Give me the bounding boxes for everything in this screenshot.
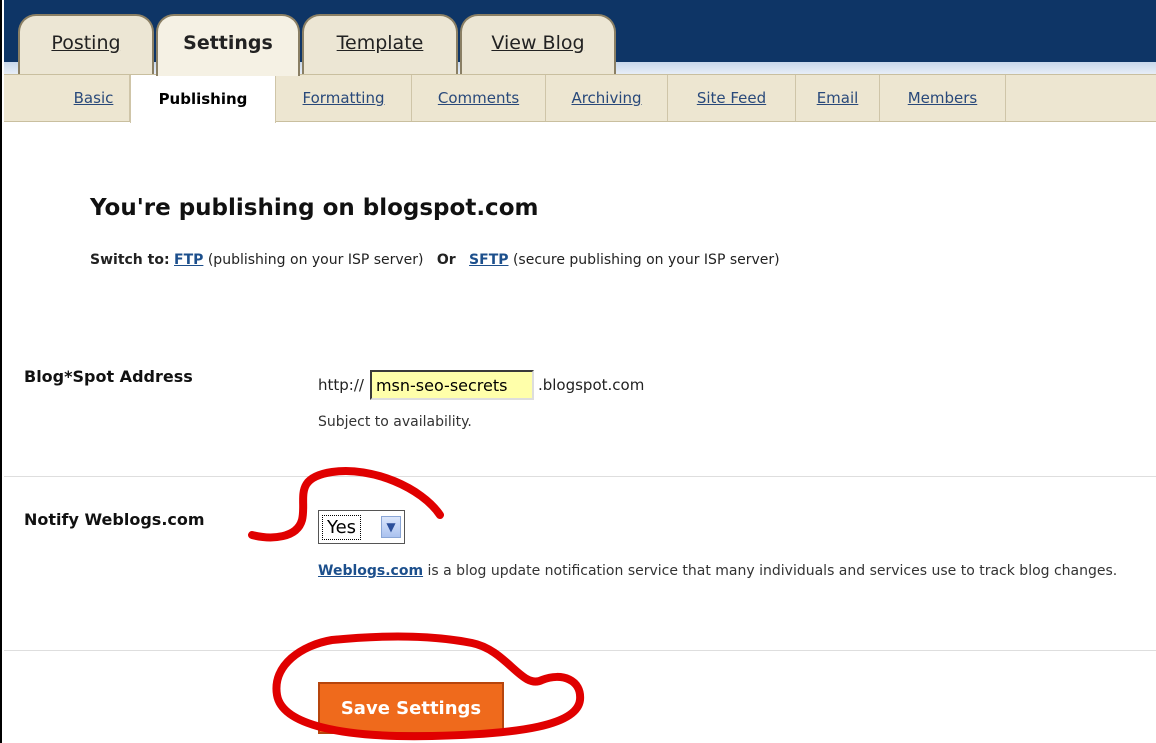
- tab-view-blog-label: View Blog: [491, 32, 585, 54]
- or-label: Or: [436, 252, 456, 268]
- subtab-site-feed-label: Site Feed: [696, 89, 767, 107]
- subtab-archiving-label: Archiving: [571, 89, 642, 107]
- ftp-link[interactable]: FTP: [174, 252, 203, 268]
- section-divider-2: [4, 650, 1156, 651]
- subtab-archiving[interactable]: Archiving: [546, 75, 668, 121]
- switch-to-label: Switch to:: [90, 252, 170, 268]
- chevron-down-icon[interactable]: ▼: [381, 516, 401, 538]
- subtab-comments-label: Comments: [437, 89, 520, 107]
- ftp-description: (publishing on your ISP server): [207, 252, 424, 268]
- weblogs-description-text: is a blog update notification service th…: [427, 563, 1118, 579]
- weblogs-link[interactable]: Weblogs.com: [318, 563, 423, 579]
- subtab-site-feed[interactable]: Site Feed: [668, 75, 796, 121]
- notify-weblogs-select[interactable]: Yes ▼: [318, 510, 405, 544]
- subtab-email[interactable]: Email: [796, 75, 880, 121]
- subtab-members[interactable]: Members: [880, 75, 1006, 121]
- sub-tab-bar: Basic Publishing Formatting Comments Arc…: [4, 74, 1156, 123]
- notify-selected-value: Yes: [322, 514, 362, 540]
- subtab-members-label: Members: [907, 89, 978, 107]
- tab-template[interactable]: Template: [302, 14, 458, 74]
- blogspot-address-label: Blog*Spot Address: [24, 367, 193, 386]
- subtab-publishing[interactable]: Publishing: [130, 75, 276, 123]
- subtab-publishing-label: Publishing: [158, 90, 248, 108]
- subtab-email-label: Email: [816, 89, 859, 107]
- subtab-comments[interactable]: Comments: [412, 75, 546, 121]
- save-settings-button[interactable]: Save Settings: [318, 682, 504, 734]
- subtab-formatting-label: Formatting: [302, 89, 385, 107]
- availability-note: Subject to availability.: [318, 414, 472, 430]
- blogspot-address-row: http:// .blogspot.com: [318, 370, 644, 400]
- blogger-settings-page: Posting Settings Template View Blog Basi…: [0, 0, 1156, 743]
- tab-template-label: Template: [336, 32, 424, 54]
- tab-settings-label: Settings: [183, 32, 273, 54]
- subtab-basic-label: Basic: [73, 89, 114, 107]
- address-prefix: http://: [318, 376, 364, 394]
- switch-publishing-line: Switch to: FTP (publishing on your ISP s…: [90, 252, 780, 268]
- notify-weblogs-label: Notify Weblogs.com: [24, 510, 205, 529]
- tab-settings[interactable]: Settings: [156, 14, 300, 76]
- weblogs-description: Weblogs.com is a blog update notificatio…: [318, 555, 1148, 587]
- blogspot-address-input[interactable]: [369, 370, 534, 400]
- tab-view-blog[interactable]: View Blog: [460, 14, 616, 74]
- subtab-basic[interactable]: Basic: [58, 75, 130, 121]
- section-divider: [4, 476, 1156, 477]
- sftp-description: (secure publishing on your ISP server): [512, 252, 780, 268]
- sftp-link[interactable]: SFTP: [469, 252, 508, 268]
- address-suffix: .blogspot.com: [537, 376, 645, 394]
- tab-posting-label: Posting: [51, 32, 121, 54]
- tab-posting[interactable]: Posting: [18, 14, 154, 74]
- subtab-formatting[interactable]: Formatting: [276, 75, 412, 121]
- page-title: You're publishing on blogspot.com: [90, 195, 539, 221]
